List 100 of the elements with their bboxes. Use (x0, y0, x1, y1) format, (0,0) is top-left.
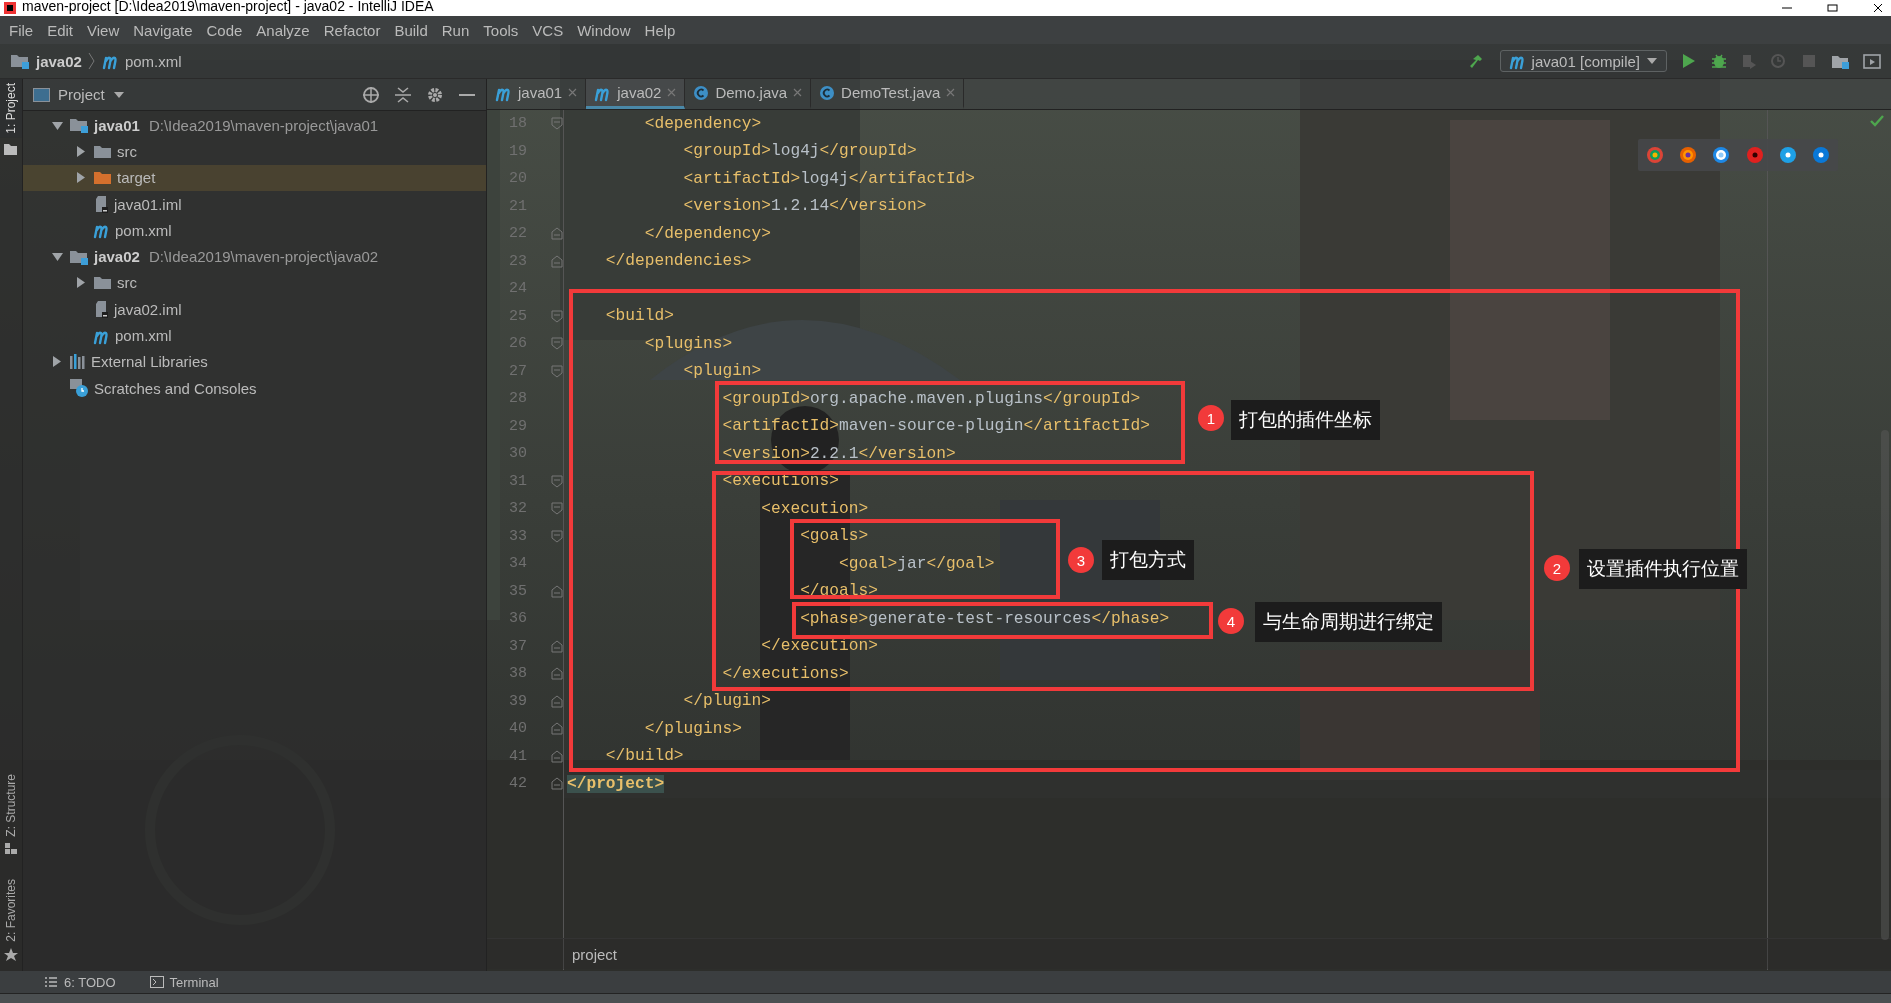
settings-icon[interactable] (426, 85, 444, 104)
folder-icon (3, 141, 18, 156)
library-icon (69, 353, 86, 371)
bug-icon[interactable] (1711, 53, 1727, 69)
code-line: <goal>jar</goal> (839, 554, 995, 573)
editor-tab[interactable]: java02 (586, 79, 686, 109)
fold-marker-icon[interactable] (551, 584, 563, 598)
menu-item[interactable]: Run (434, 21, 477, 39)
star-icon (4, 948, 18, 961)
fold-marker-icon[interactable] (551, 364, 563, 378)
class-icon (693, 84, 710, 101)
run-configuration-dropdown[interactable]: java01 [compile] (1499, 50, 1667, 72)
breadcrumb-item[interactable]: java02 (36, 52, 82, 70)
tree-item[interactable]: java01 (94, 116, 140, 134)
fold-marker-icon[interactable] (551, 337, 563, 351)
fold-marker-icon[interactable] (551, 227, 563, 241)
editor-tab[interactable]: java01 (487, 79, 587, 109)
tree-item[interactable]: Scratches and Consoles (94, 379, 257, 397)
browser-icon[interactable] (1645, 146, 1664, 164)
callout-label: 与生命周期进行绑定 (1255, 602, 1442, 642)
collapsed-arrow-icon[interactable] (75, 144, 88, 158)
code-line: </executions> (722, 664, 849, 683)
menu-item[interactable]: Help (637, 21, 683, 39)
tool-window-button[interactable]: 6: TODO (38, 973, 122, 991)
tree-item[interactable]: src (117, 274, 137, 292)
caret-icon (112, 90, 125, 99)
fold-marker-icon[interactable] (551, 529, 563, 543)
code-line: <executions> (722, 472, 839, 491)
module-folder-icon (10, 52, 30, 70)
collapsed-arrow-icon[interactable] (75, 171, 88, 185)
fold-marker-icon[interactable] (551, 474, 563, 488)
tree-item[interactable]: External Libraries (91, 353, 208, 371)
folder-icon (93, 169, 112, 187)
tool-window-tab[interactable]: Z: Structure (0, 769, 22, 841)
maximize-icon[interactable] (1827, 4, 1839, 12)
code-line: </plugin> (683, 692, 771, 711)
code-line: </dependencies> (605, 252, 752, 271)
collapse-icon[interactable] (394, 85, 412, 104)
collapsed-arrow-icon[interactable] (75, 276, 88, 290)
fold-marker-icon[interactable] (551, 117, 563, 131)
window-icon[interactable] (1863, 52, 1881, 70)
menu-item[interactable]: Refactor (316, 21, 388, 39)
module-path: D:\Idea2019\maven-project\java02 (148, 248, 379, 266)
tool-window-tab[interactable]: 2: Favorites (0, 875, 22, 946)
menu-item[interactable]: Code (199, 21, 250, 39)
menu-item[interactable]: VCS (525, 21, 571, 39)
tree-item[interactable]: java02 (94, 248, 140, 266)
menu-item[interactable]: Navigate (126, 21, 200, 39)
fold-marker-icon[interactable] (551, 502, 563, 516)
code-line: <plugin> (683, 362, 762, 381)
code-line: </dependency> (644, 224, 771, 243)
tool-window-button[interactable]: Terminal (143, 973, 225, 991)
menu-item[interactable]: File (2, 21, 41, 39)
fold-marker-icon[interactable] (551, 639, 563, 653)
collapsed-arrow-icon[interactable] (51, 355, 64, 369)
menu-item[interactable]: Edit (40, 21, 81, 39)
menu-item[interactable]: Tools (476, 21, 526, 39)
tree-item[interactable]: target (117, 169, 156, 187)
fold-marker-icon[interactable] (551, 722, 563, 736)
fold-marker-icon[interactable] (551, 309, 563, 323)
crosshair-icon[interactable] (362, 85, 380, 104)
menu-item[interactable]: View (80, 21, 127, 39)
line-number: 39 (508, 692, 527, 710)
tree-item[interactable]: java01.iml (114, 195, 182, 213)
menu-item[interactable]: Window (570, 21, 638, 39)
breadcrumb-item[interactable]: project (572, 945, 618, 963)
tree-item[interactable]: pom.xml (115, 327, 172, 344)
view-dropdown[interactable]: Project (33, 86, 125, 103)
window-title: maven-project [D:\Idea2019\maven-project] - java02 - IntelliJ IDEA (22, 0, 434, 13)
minimize-icon[interactable] (1781, 4, 1793, 12)
close-icon[interactable] (1873, 4, 1883, 12)
code-line: </build> (605, 747, 684, 766)
fold-marker-icon[interactable] (551, 694, 563, 708)
editor-tab[interactable]: DemoTest.java (811, 79, 965, 109)
menu-item[interactable]: Build (387, 21, 435, 39)
fold-marker-icon[interactable] (551, 667, 563, 681)
clock-file-icon (69, 378, 89, 399)
browser-icon[interactable] (1679, 146, 1697, 164)
tree-item[interactable]: src (117, 142, 137, 160)
terminal-icon (149, 976, 164, 988)
browser-icon[interactable] (1778, 146, 1797, 164)
fold-marker-icon[interactable] (551, 749, 563, 763)
browser-icon[interactable] (1712, 146, 1731, 164)
browser-icon[interactable] (1812, 146, 1831, 164)
fold-marker-icon[interactable] (551, 777, 563, 791)
tree-item[interactable]: pom.xml (115, 221, 172, 239)
editor-tab[interactable]: Demo.java (685, 79, 812, 109)
tree-item[interactable]: java02.iml (114, 300, 182, 318)
run-icon[interactable] (1681, 53, 1697, 69)
expanded-arrow-icon[interactable] (51, 250, 64, 264)
menu-item[interactable]: Analyze (249, 21, 317, 39)
file-icon (93, 195, 109, 214)
breadcrumb-item[interactable]: pom.xml (124, 52, 182, 70)
fold-marker-icon[interactable] (551, 254, 563, 268)
code-line: <goals> (800, 527, 869, 546)
callout-label: 打包方式 (1102, 540, 1194, 580)
module-folder-icon (69, 116, 89, 135)
code-line: </execution> (761, 637, 878, 656)
chevron-icon (87, 52, 96, 70)
scrollbar-thumb[interactable] (1881, 430, 1889, 940)
